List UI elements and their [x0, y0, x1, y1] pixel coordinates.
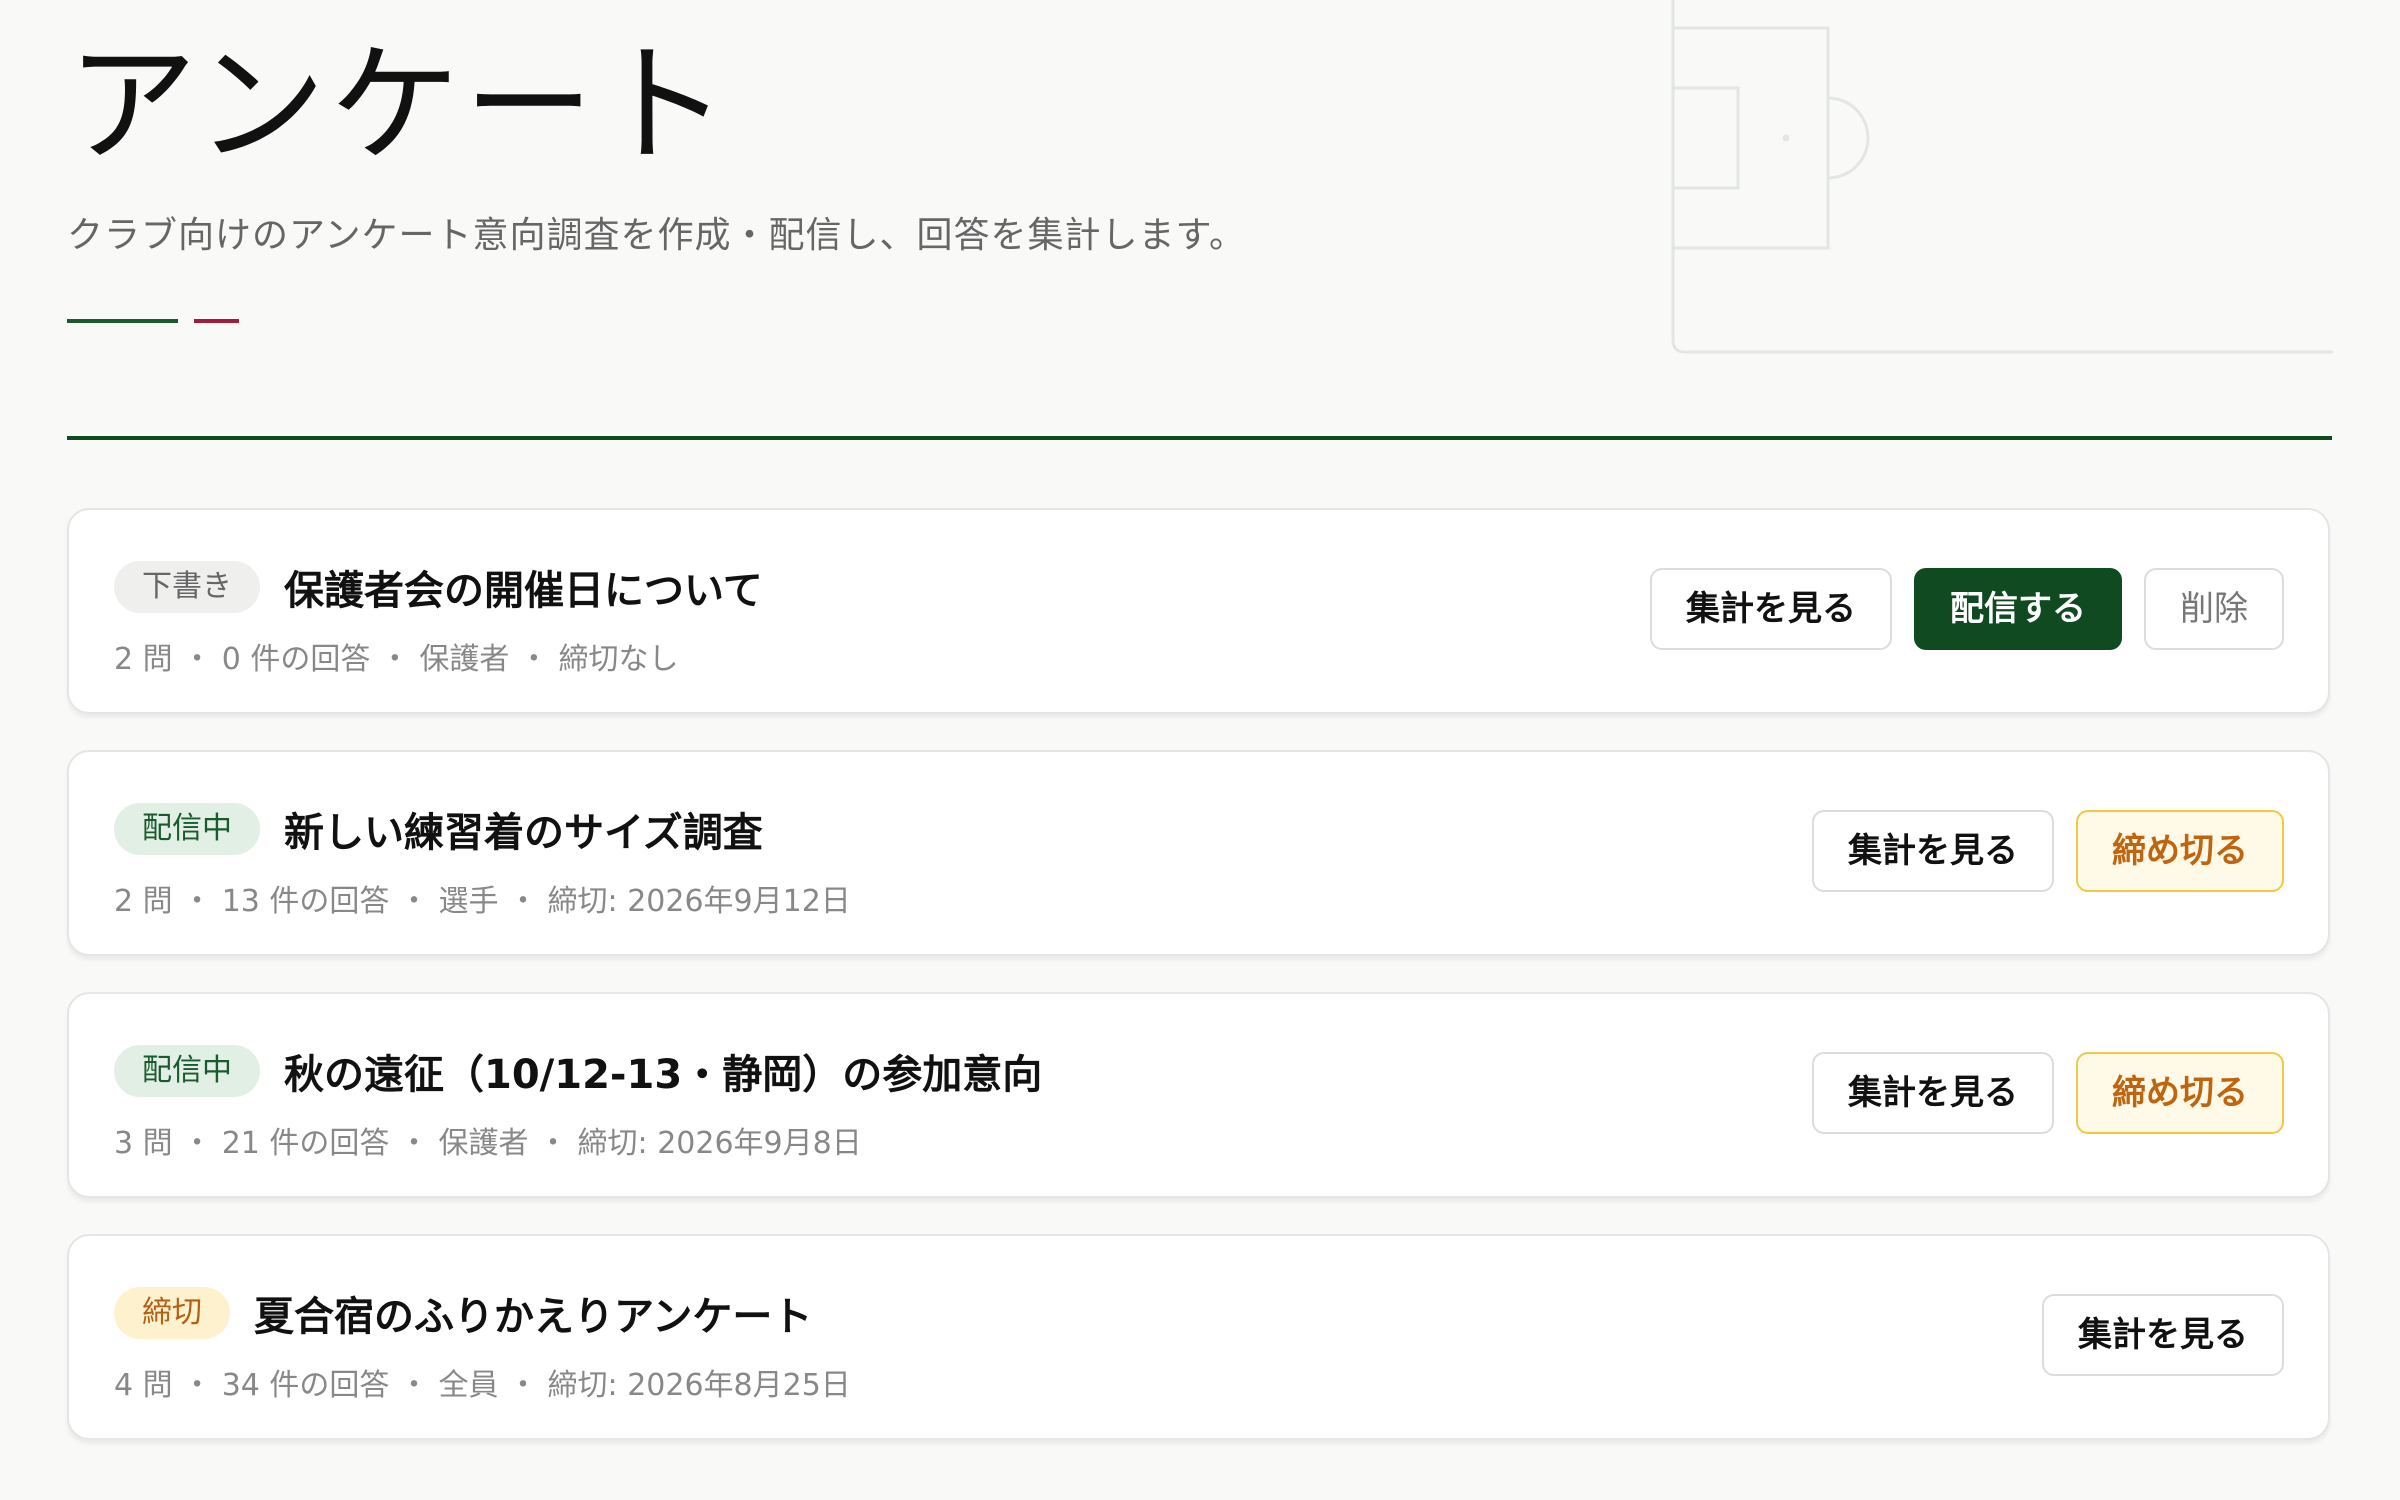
survey-meta: 2 問 ・ 0 件の回答 ・ 保護者 ・ 締切なし — [114, 642, 679, 677]
survey-title: 夏合宿のふりかえりアンケート — [254, 1294, 813, 1340]
accent-bar-red — [194, 319, 239, 323]
close-survey-button[interactable]: 締め切る — [2076, 810, 2284, 892]
close-survey-button[interactable]: 締め切る — [2076, 1052, 2284, 1134]
accent-bar-green — [67, 319, 178, 323]
survey-meta: 4 問 ・ 34 件の回答 ・ 全員 ・ 締切: 2026年8月25日 — [114, 1368, 851, 1403]
survey-card: 配信中 新しい練習着のサイズ調査 2 問 ・ 13 件の回答 ・ 選手 ・ 締切… — [67, 750, 2330, 956]
survey-meta: 3 問 ・ 21 件の回答 ・ 保護者 ・ 締切: 2026年9月8日 — [114, 1126, 862, 1161]
pitch-illustration — [1671, 0, 2333, 354]
view-results-button[interactable]: 集計を見る — [1650, 568, 1892, 650]
survey-title: 保護者会の開催日について — [284, 568, 763, 614]
view-results-button[interactable]: 集計を見る — [1812, 1052, 2054, 1134]
view-results-button[interactable]: 集計を見る — [2042, 1294, 2284, 1376]
status-badge: 配信中 — [114, 803, 260, 855]
status-badge: 下書き — [114, 561, 260, 613]
survey-title: 新しい練習着のサイズ調査 — [284, 810, 763, 856]
page-subtitle: クラブ向けのアンケート意向調査を作成・配信し、回答を集計します。 — [67, 215, 1246, 256]
view-results-button[interactable]: 集計を見る — [1812, 810, 2054, 892]
status-badge: 配信中 — [114, 1045, 260, 1097]
delete-button[interactable]: 削除 — [2144, 568, 2284, 650]
status-badge: 締切 — [114, 1287, 230, 1339]
survey-card: 締切 夏合宿のふりかえりアンケート 4 問 ・ 34 件の回答 ・ 全員 ・ 締… — [67, 1234, 2330, 1440]
survey-card: 配信中 秋の遠征（10/12-13・静岡）の参加意向 3 問 ・ 21 件の回答… — [67, 992, 2330, 1198]
survey-card: 下書き 保護者会の開催日について 2 問 ・ 0 件の回答 ・ 保護者 ・ 締切… — [67, 508, 2330, 714]
survey-title: 秋の遠征（10/12-13・静岡）の参加意向 — [284, 1052, 1043, 1098]
page-title: アンケート — [67, 29, 732, 181]
survey-meta: 2 問 ・ 13 件の回答 ・ 選手 ・ 締切: 2026年9月12日 — [114, 884, 851, 919]
page-header: アンケート クラブ向けのアンケート意向調査を作成・配信し、回答を集計します。 — [67, 40, 1246, 258]
header-divider — [67, 436, 2332, 440]
publish-button[interactable]: 配信する — [1914, 568, 2122, 650]
